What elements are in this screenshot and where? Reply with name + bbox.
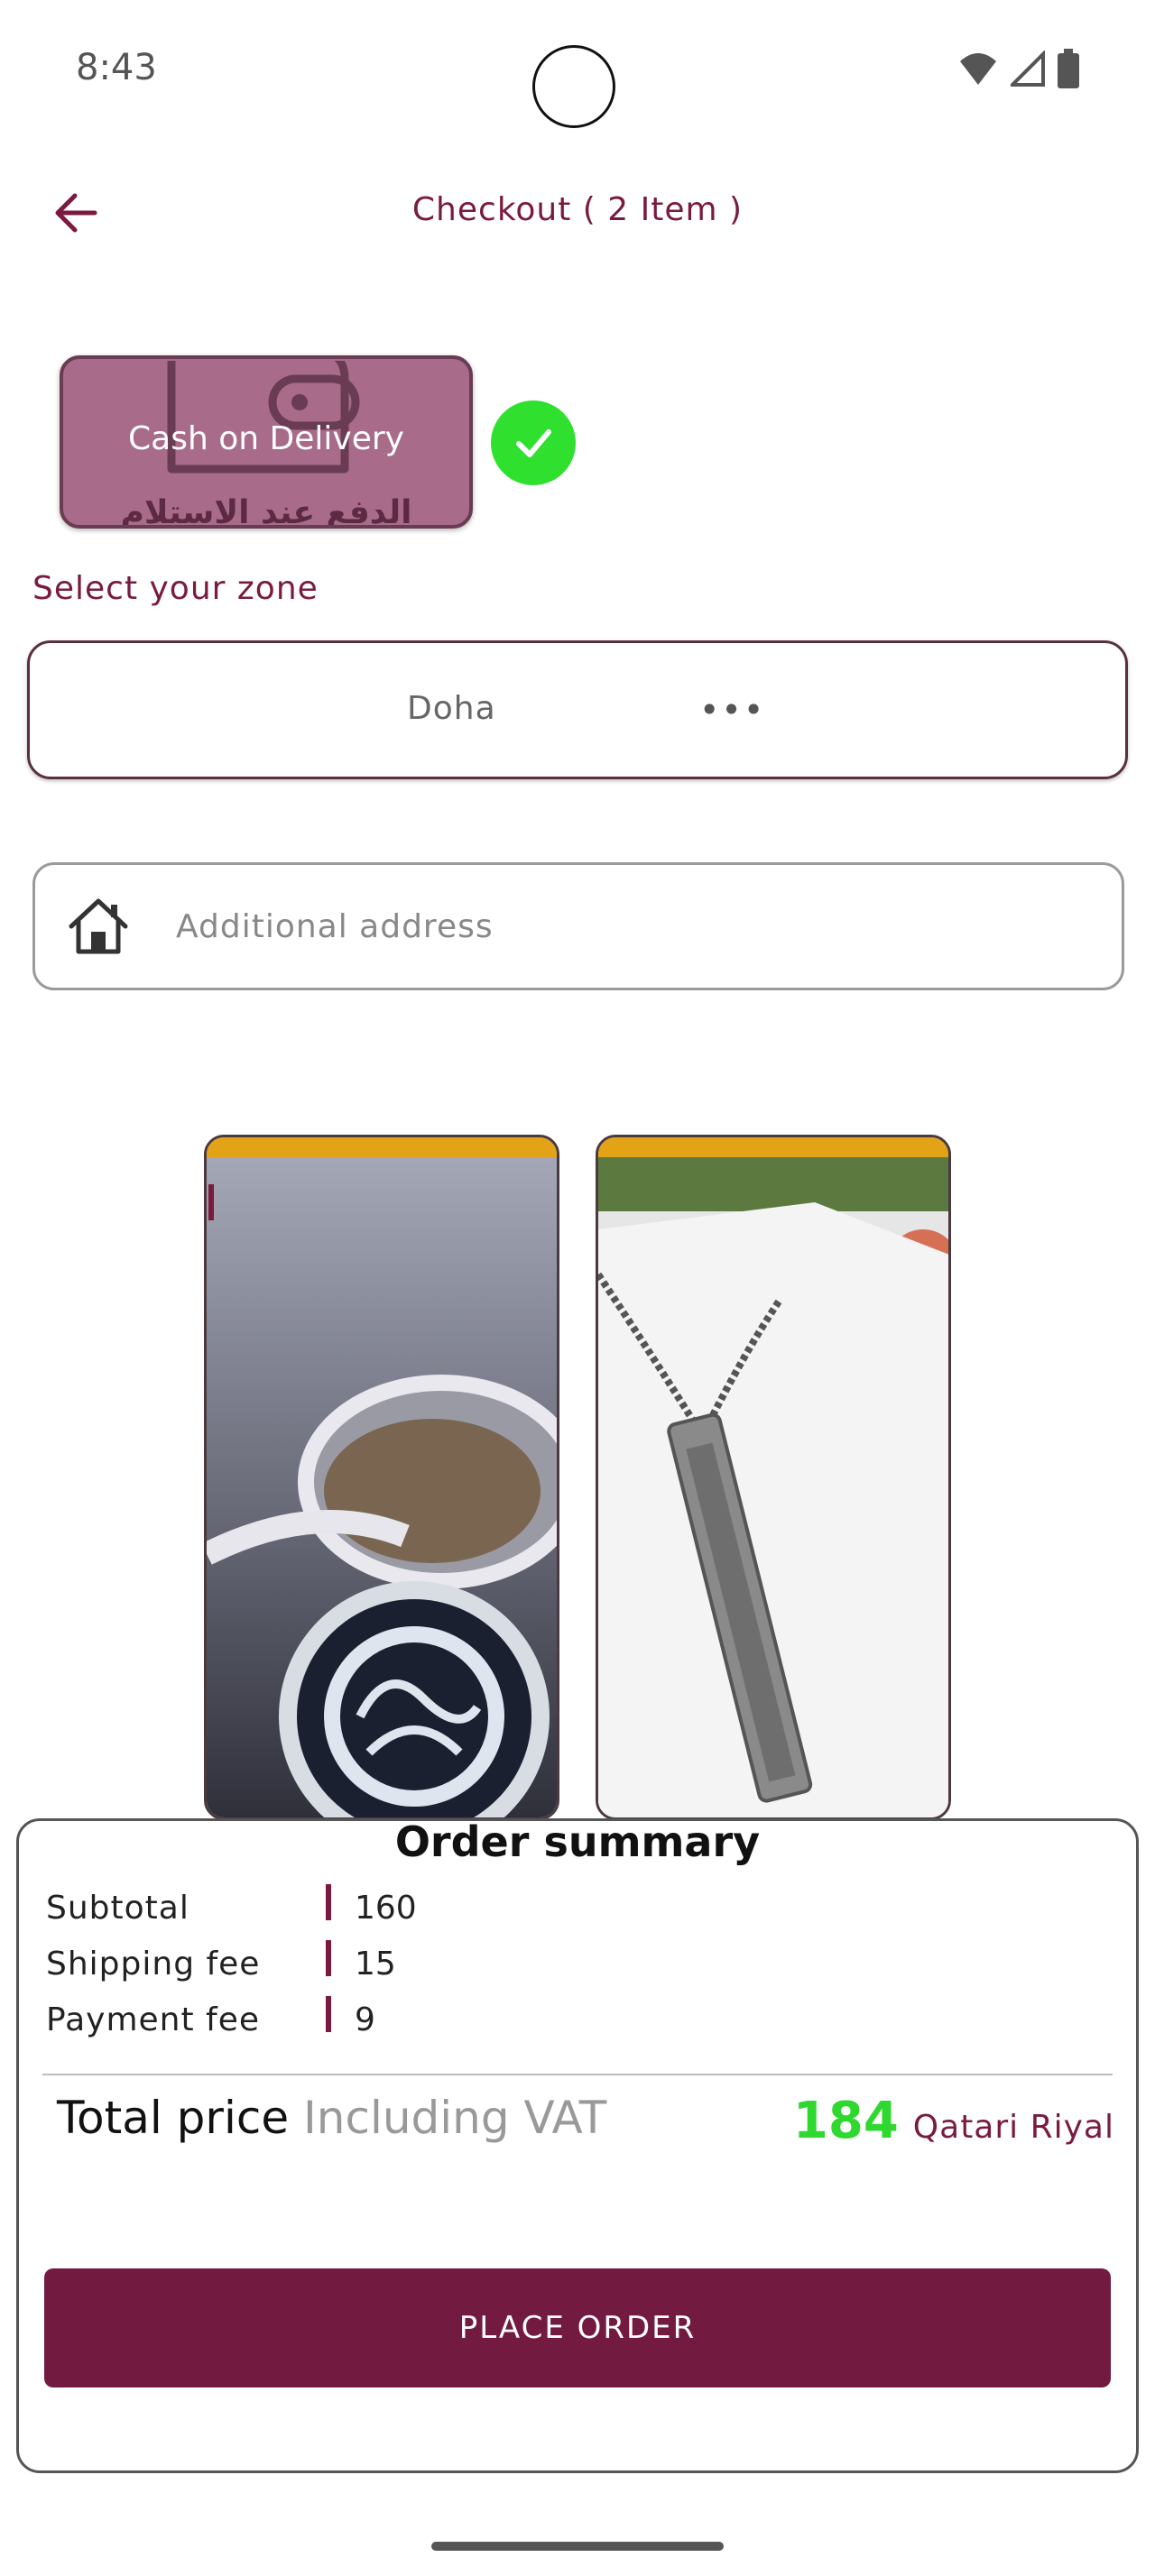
shipping-fee-value: 15	[355, 1946, 396, 1983]
row-divider-bar	[326, 1884, 331, 1920]
product-card-top-bar	[598, 1137, 948, 1157]
place-order-button[interactable]: PLACE ORDER	[44, 2268, 1111, 2387]
including-vat-text: Including VAT	[303, 2092, 607, 2144]
subtotal-value: 160	[355, 1890, 417, 1927]
home-icon	[69, 898, 128, 954]
necklace-product-image	[598, 1157, 948, 1817]
total-value: 184	[792, 2092, 899, 2150]
cash-icon	[167, 361, 360, 474]
order-summary-title: Order summary	[394, 1817, 761, 1866]
row-divider-bar	[326, 1996, 331, 2032]
selected-check-badge	[491, 400, 576, 485]
signal-icon	[1011, 51, 1045, 87]
shipping-fee-label: Shipping fee	[46, 1946, 261, 1983]
payment-method-arabic-label: الدفع عند الاستلام	[120, 494, 412, 529]
check-icon	[516, 429, 551, 457]
currency-label: Qatari Riyal	[912, 2109, 1114, 2146]
status-time: 8:43	[76, 47, 157, 88]
row-divider-bar	[326, 1940, 331, 1976]
total-price-label: Total price Including VAT	[57, 2092, 606, 2144]
additional-address-field[interactable]	[32, 862, 1124, 990]
battery-icon	[1058, 49, 1079, 88]
status-icons	[958, 49, 1079, 88]
summary-divider	[42, 2074, 1113, 2075]
subtotal-label: Subtotal	[46, 1890, 189, 1927]
additional-address-input[interactable]	[174, 906, 990, 946]
product-card-necklace[interactable]	[596, 1135, 951, 1820]
total-price-text: Total price	[57, 2092, 290, 2144]
camera-cutout	[532, 45, 615, 128]
cash-on-delivery-option[interactable]: Cash on Delivery الدفع عند الاستلام	[60, 355, 473, 529]
payment-fee-label: Payment fee	[46, 2001, 261, 2038]
more-icon: •••	[699, 690, 766, 730]
total-amount: 184 Qatari Riyal	[793, 2092, 1114, 2150]
product-card-ring[interactable]	[204, 1135, 559, 1820]
payment-method-label: Cash on Delivery	[128, 420, 404, 457]
page-title: Checkout ( 2 Item )	[411, 191, 744, 228]
zone-label: Select your zone	[32, 570, 319, 607]
product-card-top-bar	[207, 1137, 557, 1157]
zone-value: Doha	[407, 690, 496, 727]
payment-fee-value: 9	[355, 2001, 375, 2038]
wifi-icon	[960, 53, 996, 85]
ring-product-image	[207, 1157, 557, 1817]
order-summary-panel: Order summary Subtotal 160 Shipping fee …	[16, 1817, 1139, 2473]
zone-select[interactable]: Doha •••	[27, 640, 1128, 779]
home-indicator[interactable]	[431, 2542, 724, 2551]
